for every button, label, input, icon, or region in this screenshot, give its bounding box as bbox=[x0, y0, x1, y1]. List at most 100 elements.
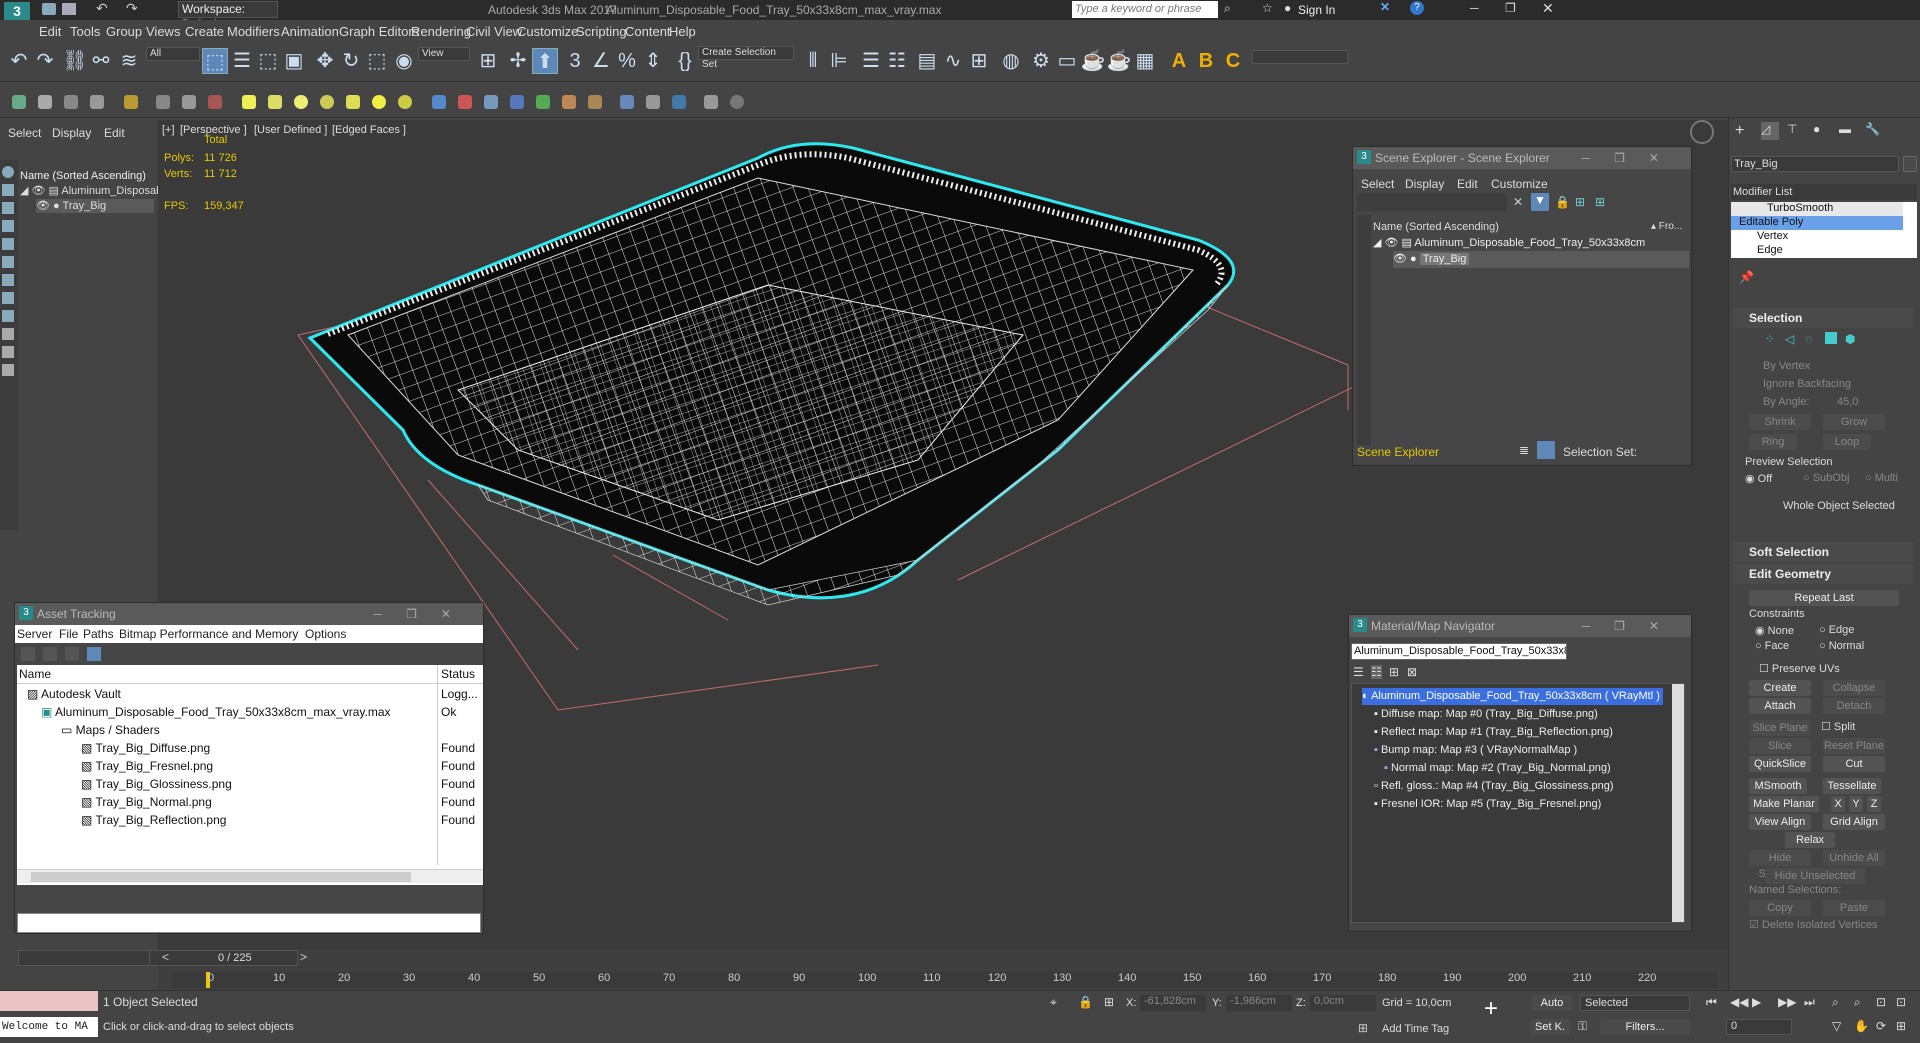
material-navigator-titlebar[interactable]: Material/Map Navigator 3 ─❐✕ bbox=[1349, 615, 1691, 637]
paste-button[interactable]: Paste bbox=[1823, 900, 1885, 916]
maxscript-input[interactable]: Welcome to MA bbox=[0, 1017, 98, 1037]
se-search-field[interactable] bbox=[1357, 193, 1507, 211]
binoculars-icon[interactable]: ⌕ bbox=[1224, 1, 1231, 16]
constraint-none-radio[interactable]: ◉ None bbox=[1755, 624, 1794, 637]
scale-icon[interactable]: ⬚ bbox=[364, 48, 390, 74]
x-field[interactable]: -61,828cm bbox=[1140, 995, 1206, 1011]
tool-icon-4[interactable] bbox=[90, 95, 104, 109]
zoom-all-icon[interactable]: ⌕ bbox=[1854, 995, 1861, 1010]
edge-mode-icon[interactable]: ◁ bbox=[1785, 332, 1794, 346]
search-input[interactable]: Type a keyword or phrase bbox=[1072, 1, 1218, 18]
hide-selected-button[interactable]: Hide Selected bbox=[1749, 850, 1811, 880]
app-logo[interactable]: 3 bbox=[4, 2, 30, 20]
tool-icon-5[interactable] bbox=[124, 95, 138, 109]
element-mode-icon[interactable]: ⬢ bbox=[1845, 332, 1855, 346]
bind-spacewarp-icon[interactable]: ≋ bbox=[116, 48, 142, 74]
shrink-button[interactable]: Shrink bbox=[1749, 414, 1811, 430]
previous-frame-icon[interactable]: ◀◀ bbox=[1730, 995, 1748, 1009]
map-item[interactable]: ▪ Reflect map: Map #1 (Tray_Big_Reflecti… bbox=[1374, 724, 1613, 741]
x-button[interactable]: X bbox=[1831, 796, 1845, 812]
display-tab-icon[interactable]: ▬ bbox=[1839, 122, 1851, 136]
create-button[interactable]: Create bbox=[1749, 680, 1811, 696]
at-path-field[interactable] bbox=[17, 913, 481, 933]
relax-button[interactable]: Relax bbox=[1785, 832, 1835, 848]
star-icon[interactable]: ☆ bbox=[1262, 1, 1273, 15]
vray-c-icon[interactable]: C bbox=[1220, 48, 1246, 74]
auto-key-button[interactable]: Auto bbox=[1532, 995, 1572, 1011]
window-controls[interactable]: ─❐✕ bbox=[1582, 615, 1683, 637]
angle-snap-icon[interactable]: ∠ bbox=[588, 48, 614, 74]
tool-icon-1[interactable] bbox=[12, 95, 26, 109]
snaps-toggle-icon[interactable]: 3 bbox=[562, 48, 588, 74]
menu-modifiers[interactable]: Modifiers bbox=[227, 24, 280, 39]
loop-button[interactable]: Loop bbox=[1823, 434, 1871, 450]
at-menu-options[interactable]: Options bbox=[305, 627, 346, 641]
tool-icon-21[interactable] bbox=[562, 95, 576, 109]
table-row[interactable]: ▧ Tray_Big_Normal.png bbox=[81, 793, 212, 811]
text-tool-icon[interactable]: A bbox=[1166, 48, 1192, 74]
render-setup-icon[interactable]: ⚙ bbox=[1028, 48, 1054, 74]
tool-icon-3[interactable] bbox=[64, 95, 78, 109]
curve-editor-icon[interactable]: ∿ bbox=[940, 48, 966, 74]
close-button[interactable]: ✕ bbox=[1542, 0, 1554, 17]
at-icon-2[interactable] bbox=[43, 647, 57, 661]
help-icon[interactable]: ? bbox=[1410, 1, 1424, 15]
material-root[interactable]: ◐ Aluminum_Disposable_Food_Tray_50x33x8c… bbox=[1362, 688, 1663, 705]
menu-graph-editors[interactable]: Graph Editors bbox=[339, 24, 419, 39]
lock-selection-icon[interactable]: 🔒 bbox=[1078, 995, 1093, 1009]
stack-item-editable-poly[interactable]: Editable Poly bbox=[1731, 216, 1903, 230]
motion-tab-icon[interactable]: ● bbox=[1813, 122, 1820, 136]
column-header-name[interactable]: Name (Sorted Ascending) bbox=[20, 170, 146, 182]
filter-icon-4[interactable] bbox=[2, 220, 14, 232]
tessellate-button[interactable]: Tessellate bbox=[1823, 778, 1881, 794]
msmooth-button[interactable]: MSmooth bbox=[1749, 778, 1807, 794]
filter-icon-3[interactable] bbox=[2, 202, 14, 214]
rendered-frame-window-icon[interactable]: ▭ bbox=[1054, 48, 1080, 74]
rollout-edit-geometry[interactable]: Edit Geometry bbox=[1733, 564, 1913, 584]
object-color-swatch[interactable] bbox=[1903, 156, 1917, 172]
se-footer-label[interactable]: Scene Explorer bbox=[1357, 445, 1439, 459]
tool-icon-2[interactable] bbox=[38, 95, 52, 109]
redo-icon[interactable]: ↷ bbox=[126, 0, 138, 17]
vertical-scrollbar[interactable] bbox=[1672, 684, 1684, 922]
vray-b-icon[interactable]: B bbox=[1193, 48, 1219, 74]
tool-icon-18[interactable] bbox=[484, 95, 498, 109]
material-editor-icon[interactable]: ◍ bbox=[998, 48, 1024, 74]
constraint-edge-radio[interactable]: ○ Edge bbox=[1819, 624, 1854, 636]
hierarchy-tab-icon[interactable]: ⊤ bbox=[1787, 122, 1797, 136]
preview-subobj-radio[interactable]: ○ SubObj bbox=[1803, 472, 1849, 484]
map-item[interactable]: ▪ Bump map: Map #3 ( VRayNormalMap ) bbox=[1374, 742, 1577, 759]
hierarchy-icon[interactable]: ⊞ bbox=[1575, 195, 1585, 209]
visibility-icon[interactable]: 👁 ● bbox=[36, 200, 63, 212]
torus-icon[interactable] bbox=[320, 95, 334, 109]
detach-button[interactable]: Detach bbox=[1823, 698, 1885, 714]
hide-unselected-button[interactable]: Hide Unselected bbox=[1765, 868, 1865, 884]
percent-snap-icon[interactable]: % bbox=[614, 48, 640, 74]
repeat-last-button[interactable]: Repeat Last bbox=[1749, 590, 1899, 606]
se-menu-select[interactable]: Select bbox=[1361, 177, 1394, 191]
modify-tab-icon[interactable]: ◿ bbox=[1761, 122, 1779, 140]
tool-icon-24[interactable] bbox=[646, 95, 660, 109]
menu-scripting[interactable]: Scripting bbox=[576, 24, 627, 39]
tool-icon-17[interactable] bbox=[458, 95, 472, 109]
maximize-viewport-icon[interactable]: ⊞ bbox=[1896, 1019, 1906, 1033]
add-time-tag-icon[interactable]: ⊞ bbox=[1358, 1021, 1368, 1035]
se-column-name[interactable]: Name (Sorted Ascending) bbox=[1373, 221, 1499, 233]
cylinder-icon[interactable] bbox=[268, 95, 282, 109]
selection-filter-dropdown[interactable]: All bbox=[146, 47, 200, 61]
timeline[interactable]: < 0 / 225 > 0 10 20 30 40 50 60 70 80 90 100 110 120… bbox=[18, 950, 1728, 990]
clear-search-icon[interactable]: ✕ bbox=[1513, 195, 1523, 209]
scene-explorer-titlebar[interactable]: Scene Explorer - Scene Explorer 3 ─❐✕ bbox=[1353, 147, 1691, 169]
se-tree-tray-big[interactable]: 👁 ● Tray_Big bbox=[1393, 251, 1689, 268]
by-vertex-checkbox[interactable]: By Vertex bbox=[1763, 360, 1810, 372]
expand-icon[interactable]: ◢ 👁 ▤ bbox=[1373, 237, 1414, 249]
ignore-backfacing-checkbox[interactable]: Ignore Backfacing bbox=[1763, 378, 1851, 390]
layers-icon[interactable]: ≣ bbox=[1519, 443, 1529, 457]
isolate-icon[interactable]: ⌖ bbox=[1050, 995, 1057, 1010]
table-row[interactable]: ▨ Autodesk Vault bbox=[27, 685, 121, 703]
menu-tools[interactable]: Tools bbox=[70, 24, 100, 39]
filter-icon-2[interactable] bbox=[2, 184, 14, 196]
filters-button[interactable]: Filters... bbox=[1600, 1019, 1690, 1035]
viewcube-icon[interactable] bbox=[1690, 120, 1714, 144]
at-icon-4[interactable] bbox=[87, 647, 101, 661]
